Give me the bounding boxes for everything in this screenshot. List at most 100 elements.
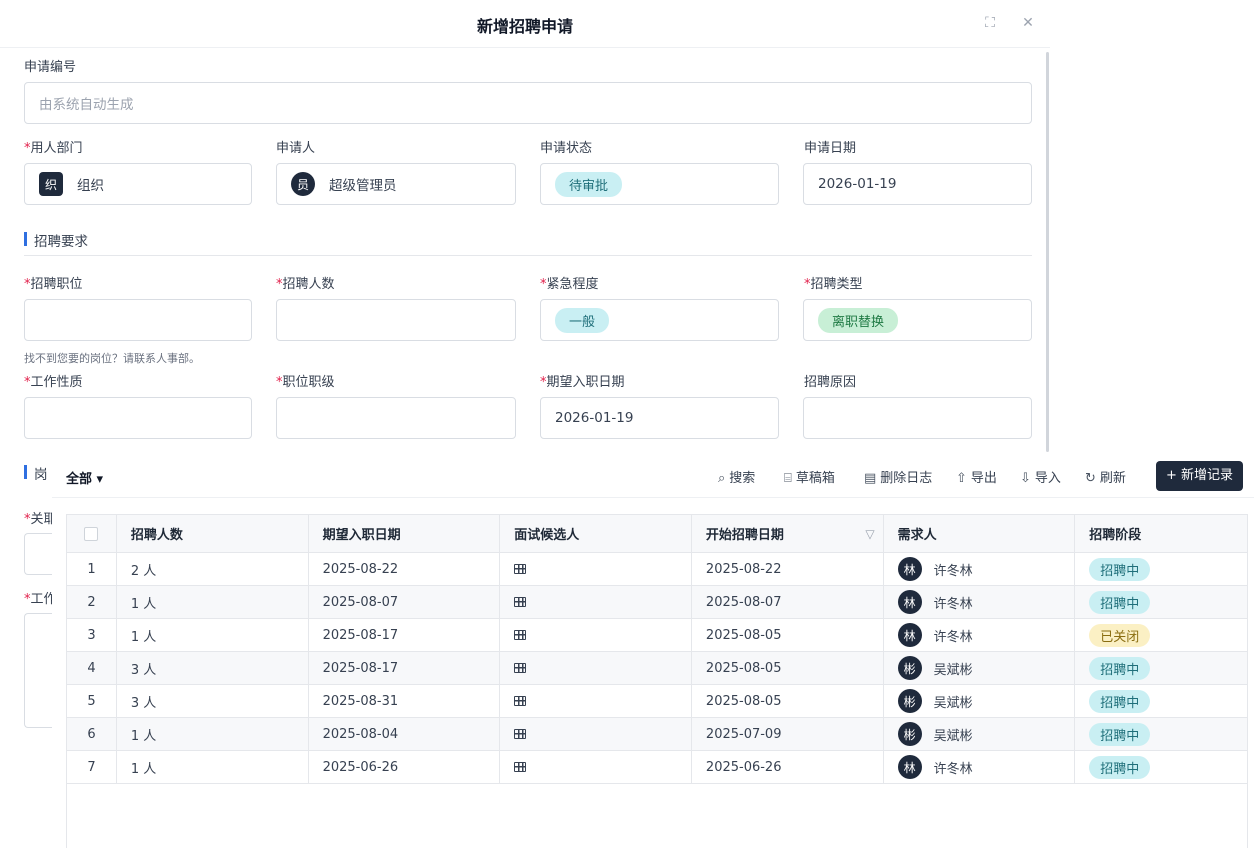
table-row[interactable]: 43 人 2025-08-17 2025-08-05 彬吴斌彬 招聘中 bbox=[67, 652, 1247, 685]
applicant-label: 申请人 bbox=[276, 141, 316, 156]
stage-badge: 已关闭 bbox=[1089, 623, 1151, 647]
modal-scrollbar[interactable] bbox=[1046, 52, 1049, 452]
requester-name: 吴斌彬 bbox=[933, 695, 973, 711]
candidates-cell[interactable] bbox=[500, 652, 692, 684]
candidates-cell[interactable] bbox=[500, 685, 692, 717]
table-grid-icon[interactable] bbox=[514, 597, 527, 607]
start-date-cell: 2025-08-05 bbox=[692, 652, 884, 684]
date-value: 2026-01-19 bbox=[818, 176, 897, 192]
job-level-label: *职位职级 bbox=[276, 375, 335, 390]
urgency-field[interactable]: 一般 bbox=[540, 299, 779, 341]
candidates-cell[interactable] bbox=[500, 553, 692, 585]
department-field[interactable]: 织 组织 bbox=[24, 163, 252, 205]
table-empty-area bbox=[66, 784, 1248, 848]
candidates-cell[interactable] bbox=[500, 586, 692, 618]
headcount-label: *招聘人数 bbox=[276, 277, 335, 292]
requester-cell: 彬吴斌彬 bbox=[884, 718, 1076, 750]
expected-date-cell: 2025-08-04 bbox=[309, 718, 501, 750]
department-value: 组织 bbox=[77, 178, 104, 194]
table-row[interactable]: 71 人 2025-06-26 2025-06-26 林许冬林 招聘中 bbox=[67, 751, 1247, 784]
job-level-field[interactable] bbox=[276, 397, 516, 439]
row-index: 6 bbox=[67, 718, 117, 750]
stage-cell: 招聘中 bbox=[1075, 586, 1247, 618]
date-label: 申请日期 bbox=[804, 141, 857, 156]
select-all-cell bbox=[67, 515, 117, 552]
position-field[interactable] bbox=[24, 299, 252, 341]
refresh-button[interactable]: ↻ 刷新 bbox=[1085, 467, 1126, 486]
expected-date-cell: 2025-08-17 bbox=[309, 652, 501, 684]
candidates-cell[interactable] bbox=[500, 718, 692, 750]
col-header-start[interactable]: 开始招聘日期 ▽ bbox=[692, 515, 884, 552]
requester-avatar: 林 bbox=[897, 755, 922, 779]
col-header-requester[interactable]: 需求人 bbox=[884, 515, 1076, 552]
candidates-cell[interactable] bbox=[500, 751, 692, 783]
col-header-count[interactable]: 招聘人数 bbox=[117, 515, 309, 552]
count-cell: 2 人 bbox=[117, 553, 309, 585]
select-all-checkbox[interactable] bbox=[84, 526, 99, 541]
import-button[interactable]: ⇩ 导入 bbox=[1020, 467, 1061, 486]
count-cell: 1 人 bbox=[117, 718, 309, 750]
app-no-field[interactable]: 由系统自动生成 bbox=[24, 82, 1032, 124]
candidates-cell[interactable] bbox=[500, 619, 692, 651]
count-cell: 1 人 bbox=[117, 751, 309, 783]
table-grid-icon[interactable] bbox=[514, 762, 527, 772]
start-date-cell: 2025-08-05 bbox=[692, 685, 884, 717]
rec-type-field[interactable]: 离职替换 bbox=[803, 299, 1032, 341]
count-cell: 3 人 bbox=[117, 652, 309, 684]
refresh-icon: ↻ bbox=[1085, 471, 1096, 486]
requester-cell: 林许冬林 bbox=[884, 553, 1076, 585]
start-date-cell: 2025-07-09 bbox=[692, 718, 884, 750]
applicant-field[interactable]: 员 超级管理员 bbox=[276, 163, 516, 205]
col-header-stage[interactable]: 招聘阶段 bbox=[1075, 515, 1247, 552]
search-button[interactable]: ⌕ 搜索 bbox=[718, 467, 755, 486]
headcount-field[interactable] bbox=[276, 299, 516, 341]
table-grid-icon[interactable] bbox=[514, 564, 527, 574]
drafts-button[interactable]: ⌸ 草稿箱 bbox=[784, 467, 835, 486]
section-requirements: 招聘要求 bbox=[24, 230, 88, 250]
requester-avatar: 彬 bbox=[897, 722, 922, 746]
start-date-cell: 2025-08-07 bbox=[692, 586, 884, 618]
reason-field[interactable] bbox=[803, 397, 1032, 439]
table-grid-icon[interactable] bbox=[514, 663, 527, 673]
col-header-candidates[interactable]: 面试候选人 bbox=[500, 515, 692, 552]
stage-cell: 招聘中 bbox=[1075, 553, 1247, 585]
export-button[interactable]: ⇧ 导出 bbox=[956, 467, 997, 486]
table-row[interactable]: 61 人 2025-08-04 2025-07-09 彬吴斌彬 招聘中 bbox=[67, 718, 1247, 751]
expected-date-cell: 2025-08-07 bbox=[309, 586, 501, 618]
filter-icon[interactable]: ▽ bbox=[865, 527, 874, 541]
start-date-cell: 2025-08-05 bbox=[692, 619, 884, 651]
table-row[interactable]: 31 人 2025-08-17 2025-08-05 林许冬林 已关闭 bbox=[67, 619, 1247, 652]
work-nature-field[interactable] bbox=[24, 397, 252, 439]
section-divider bbox=[24, 255, 1032, 256]
table-row[interactable]: 12 人 2025-08-22 2025-08-22 林许冬林 招聘中 bbox=[67, 553, 1247, 586]
import-icon: ⇩ bbox=[1020, 471, 1031, 486]
requester-name: 许冬林 bbox=[933, 596, 973, 612]
stage-badge: 招聘中 bbox=[1089, 689, 1151, 713]
table-row[interactable]: 21 人 2025-08-07 2025-08-07 林许冬林 招聘中 bbox=[67, 586, 1247, 619]
reason-label: 招聘原因 bbox=[804, 375, 857, 390]
requester-avatar: 林 bbox=[897, 623, 922, 647]
table-grid-icon[interactable] bbox=[514, 696, 527, 706]
row-index: 2 bbox=[67, 586, 117, 618]
stage-cell: 招聘中 bbox=[1075, 685, 1247, 717]
close-icon[interactable]: ✕ bbox=[1019, 14, 1037, 32]
status-field[interactable]: 待审批 bbox=[540, 163, 779, 205]
requester-cell: 林许冬林 bbox=[884, 586, 1076, 618]
position-hint: 找不到您要的岗位？请联系人事部。 bbox=[24, 352, 200, 365]
table-row[interactable]: 53 人 2025-08-31 2025-08-05 彬吴斌彬 招聘中 bbox=[67, 685, 1247, 718]
date-field[interactable]: 2026-01-19 bbox=[803, 163, 1032, 205]
rec-type-tag: 离职替换 bbox=[818, 307, 899, 333]
add-record-button[interactable]: + 新增记录 bbox=[1156, 461, 1244, 491]
delete-log-button[interactable]: ▤ 删除日志 bbox=[864, 467, 932, 486]
expand-icon[interactable]: ⛶ bbox=[981, 14, 999, 32]
table-grid-icon[interactable] bbox=[514, 729, 527, 739]
expected-date-field[interactable]: 2026-01-19 bbox=[540, 397, 779, 439]
requester-cell: 彬吴斌彬 bbox=[884, 685, 1076, 717]
table-header: 招聘人数 期望入职日期 面试候选人 开始招聘日期 ▽ 需求人 招聘阶段 bbox=[67, 515, 1247, 553]
table-grid-icon[interactable] bbox=[514, 630, 527, 640]
filter-dropdown[interactable]: 全部 ▾ bbox=[66, 468, 103, 487]
col-header-expected[interactable]: 期望入职日期 bbox=[309, 515, 501, 552]
requester-name: 吴斌彬 bbox=[933, 728, 973, 744]
expected-date-cell: 2025-08-22 bbox=[309, 553, 501, 585]
row-index: 3 bbox=[67, 619, 117, 651]
